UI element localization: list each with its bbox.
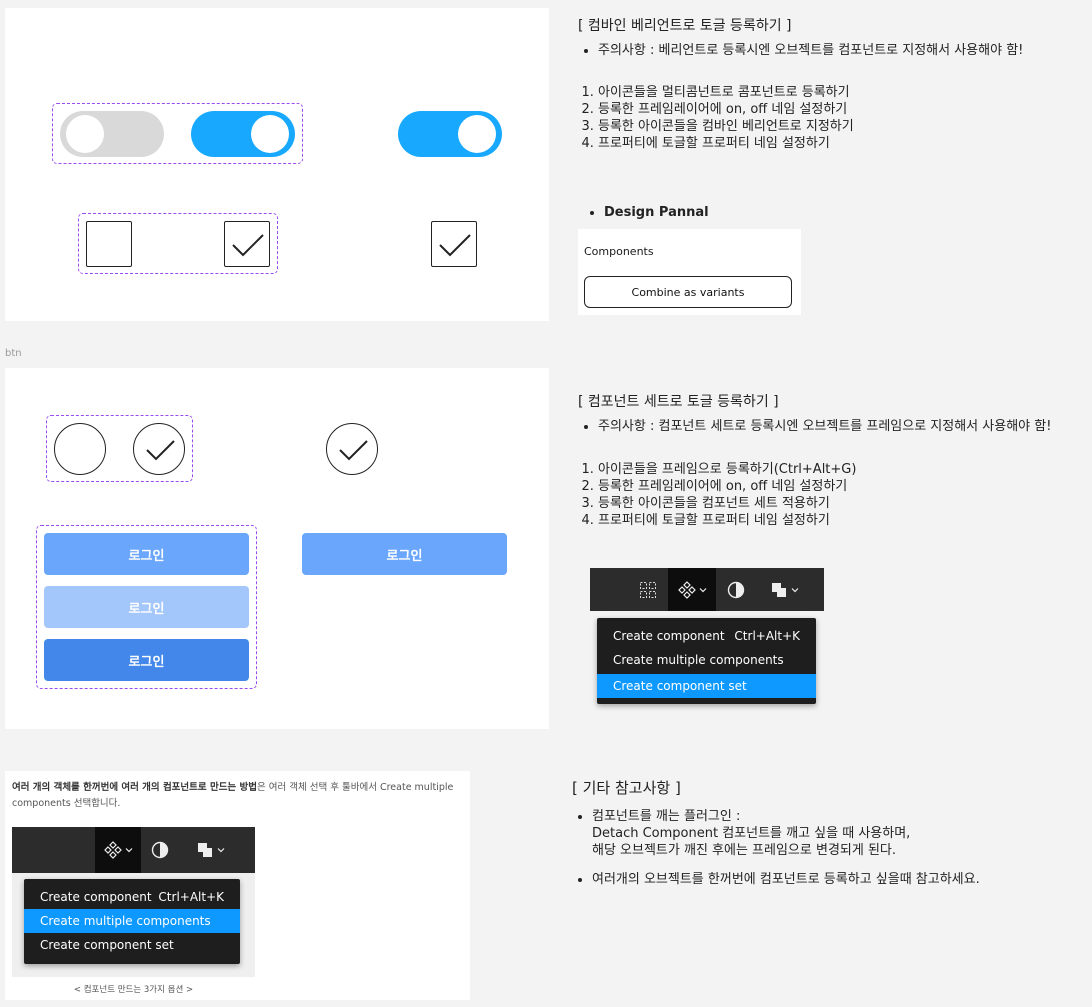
menu-item-label: Create multiple components xyxy=(40,914,211,928)
step-item: 등록한 아이콘들을 컴포넌트 세트 적용하기 xyxy=(598,495,1058,512)
layers-icon xyxy=(197,843,212,857)
circle-checked[interactable] xyxy=(133,423,185,475)
menu-create-component-set[interactable]: Create component set xyxy=(597,674,816,698)
section3-notes: 컴포넌트를 깨는 플러그인 : Detach Component 컴포넌트를 깨… xyxy=(572,808,1082,900)
circle-unchecked[interactable] xyxy=(54,423,106,475)
reference-caption: 여러 개의 객체를 한꺼번에 여러 개의 컴포넌트로 만드는 방법은 여러 객체… xyxy=(12,780,467,812)
component-icon xyxy=(678,580,696,599)
check-icon xyxy=(232,234,264,257)
menu-item-label: Create component xyxy=(40,890,152,904)
section1-notes: 주의사항 : 베리언트로 등록시엔 오브젝트를 컴포넌트로 지정해서 사용해야 … xyxy=(578,42,1088,71)
caption-bold: 여러 개의 객체를 한꺼번에 여러 개의 컴포넌트로 만드는 방법 xyxy=(12,782,257,793)
frame-label: btn xyxy=(5,348,22,359)
chevron-down-icon xyxy=(791,587,798,592)
bullet1-line1: 컴포넌트를 깨는 플러그인 : xyxy=(592,809,741,824)
section3-bullet-2: 여러개의 오브젝트를 한꺼번에 컴포넌트로 등록하고 싶을때 참고하세요. xyxy=(592,871,1082,888)
figma-toolbar xyxy=(590,568,824,611)
toggle-instance[interactable] xyxy=(398,111,502,157)
section3-bullet-1: 컴포넌트를 깨는 플러그인 : Detach Component 컴포넌트를 깨… xyxy=(592,808,1082,859)
components-label: Components xyxy=(584,245,654,258)
chevron-down-icon xyxy=(699,587,707,592)
component-icon xyxy=(104,841,122,859)
section2-note: 주의사항 : 컴포넌트 세트로 등록시엔 오브젝트를 프레임으로 지정해서 사용… xyxy=(598,418,1092,435)
section1-steps: 아이콘들을 멀티콤넌트로 콤포넌트로 등록하기 등록한 프레임레이어에 on, … xyxy=(578,84,1058,152)
step-item: 등록한 아이콘들을 컴바인 베리언트로 지정하기 xyxy=(598,118,1058,135)
check-icon xyxy=(146,440,175,461)
step-item: 프로퍼티에 토글할 프로퍼티 네임 설정하기 xyxy=(598,135,1058,152)
bullet1-line3: 해당 오브젝트가 깨진 후에는 프레임으로 변경되게 된다. xyxy=(592,843,897,858)
variant-frame xyxy=(5,8,549,321)
mask-tool[interactable] xyxy=(722,568,750,611)
component-menu: Create component Ctrl+Alt+K Create multi… xyxy=(597,618,816,704)
menu-item-shortcut: Ctrl+Alt+K xyxy=(734,629,800,643)
check-icon xyxy=(439,234,471,257)
section2-steps: 아이콘들을 프레임으로 등록하기(Ctrl+Alt+G) 등록한 프레임레이어에… xyxy=(578,461,1058,529)
section1-note: 주의사항 : 베리언트로 등록시엔 오브젝트를 컴포넌트로 지정해서 사용해야 … xyxy=(598,42,1088,59)
boolean-tool[interactable] xyxy=(764,568,804,611)
menu-item-label: Create component set xyxy=(40,938,174,952)
step-item: 프로퍼티에 토글할 프로퍼티 네임 설정하기 xyxy=(598,512,1058,529)
contrast-icon xyxy=(727,581,745,598)
component-tool[interactable] xyxy=(95,827,141,873)
toggle-on[interactable] xyxy=(191,111,295,157)
section1-title: [ 컴바인 베리언트로 토글 등록하기 ] xyxy=(578,18,792,34)
bullet1-line2: Detach Component 컴포넌트를 깨고 싶을 때 사용하며, xyxy=(592,826,911,841)
menu-item-label: Create multiple components xyxy=(613,653,784,667)
contrast-icon xyxy=(151,841,169,859)
step-item: 등록한 프레임레이어에 on, off 네임 설정하기 xyxy=(598,101,1058,118)
checkbox-instance[interactable] xyxy=(431,221,477,267)
toggle-off[interactable] xyxy=(60,111,164,157)
design-panel: Components Combine as variants xyxy=(578,229,801,315)
reference-frame: 여러 개의 객체를 한꺼번에 여러 개의 컴포넌트로 만드는 방법은 여러 객체… xyxy=(5,771,470,1000)
image-caption: < 컴포넌트 만드는 3가지 옵션 > xyxy=(73,985,194,995)
menu-create-multiple-components[interactable]: Create multiple components xyxy=(24,909,240,933)
reference-component-menu: Create component Ctrl+Alt+K Create multi… xyxy=(24,879,240,964)
grid-icon xyxy=(640,581,656,598)
check-icon xyxy=(339,440,368,461)
checkbox-checked[interactable] xyxy=(224,221,270,267)
menu-create-multiple-components[interactable]: Create multiple components xyxy=(597,648,816,672)
combine-as-variants-button[interactable]: Combine as variants xyxy=(584,276,792,308)
frame-tool[interactable] xyxy=(634,568,662,611)
menu-item-label: Create component xyxy=(613,629,725,643)
chevron-down-icon xyxy=(217,848,224,853)
login-button-default[interactable]: 로그인 xyxy=(44,533,249,575)
login-button-disabled[interactable]: 로그인 xyxy=(44,586,249,628)
checkbox-unchecked[interactable] xyxy=(86,221,132,267)
menu-create-component[interactable]: Create component Ctrl+Alt+K xyxy=(24,885,240,909)
step-item: 등록한 프레임레이어에 on, off 네임 설정하기 xyxy=(598,478,1058,495)
login-button-pressed[interactable]: 로그인 xyxy=(44,639,249,681)
section2-notes: 주의사항 : 컴포넌트 세트로 등록시엔 오브젝트를 프레임으로 지정해서 사용… xyxy=(578,418,1092,447)
menu-create-component[interactable]: Create component Ctrl+Alt+K xyxy=(597,624,816,648)
mask-tool[interactable] xyxy=(146,827,174,873)
login-button-instance[interactable]: 로그인 xyxy=(302,533,507,575)
menu-item-shortcut: Ctrl+Alt+K xyxy=(158,890,224,904)
reference-toolbar xyxy=(12,827,255,873)
menu-create-component-set[interactable]: Create component set xyxy=(24,933,240,957)
component-tool[interactable] xyxy=(668,568,716,611)
section2-title: [ 컴포넌트 세트로 토글 등록하기 ] xyxy=(578,394,779,410)
step-item: 아이콘들을 멀티콤넌트로 콤포넌트로 등록하기 xyxy=(598,84,1058,101)
layers-icon xyxy=(771,582,786,597)
menu-item-label: Create component set xyxy=(613,679,747,693)
step-item: 아이콘들을 프레임으로 등록하기(Ctrl+Alt+G) xyxy=(598,461,1058,478)
circle-instance[interactable] xyxy=(326,423,378,475)
design-panel-label: Design Pannal xyxy=(604,204,709,221)
boolean-tool[interactable] xyxy=(190,827,230,873)
section3-title: [ 기타 참고사항 ] xyxy=(572,779,681,797)
chevron-down-icon xyxy=(125,848,133,853)
btn-frame: 로그인 로그인 로그인 로그인 xyxy=(5,368,549,729)
